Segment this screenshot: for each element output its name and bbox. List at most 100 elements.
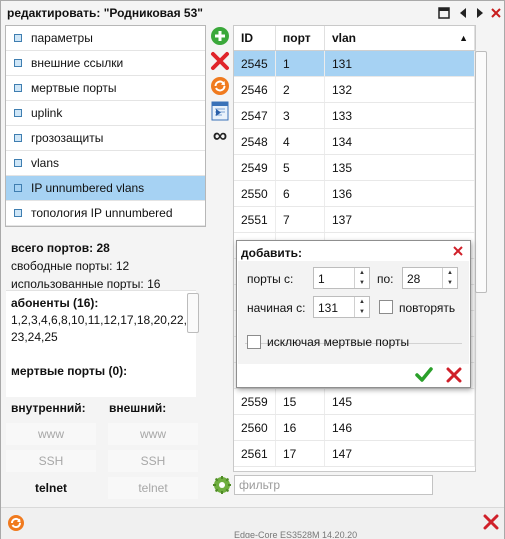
table-toolbar: ∞ [209,25,233,150]
confirm-icon[interactable] [414,365,434,388]
exclude-dead-checkbox[interactable] [247,335,261,349]
id-cell: 2551 [234,207,276,232]
table-row[interactable]: 2561 17 147 [234,441,475,467]
table-row[interactable]: 2546 2 132 [234,77,475,103]
section-menu: параметры внешние ссылки мертвые порты upli… [5,25,206,227]
vlan-cell: 146 [325,415,475,440]
table-row[interactable]: 2560 16 146 [234,415,475,441]
subscribers-panel[interactable]: абоненты (16): 1,2,3,4,6,8,10,11,12,17,1… [6,290,196,397]
infinity-icon[interactable]: ∞ [209,125,231,147]
menu-bullet-icon [14,159,22,167]
menu-item[interactable]: мертвые порты [6,76,205,101]
bottom-close-icon[interactable] [483,514,499,533]
internal-service-button[interactable]: www [6,423,96,445]
menu-item-label: vlans [31,156,60,170]
menu-item[interactable]: IP unnumbered vlans [6,176,205,201]
dialog-title: добавить: [241,246,303,260]
vlan-cell: 132 [325,77,475,102]
id-cell: 2545 [234,51,276,76]
table-row[interactable]: 2548 4 134 [234,129,475,155]
id-cell: 2559 [234,389,276,414]
menu-item[interactable]: vlans [6,151,205,176]
vlan-cell: 145 [325,389,475,414]
column-id[interactable]: ID [234,26,276,50]
id-cell: 2560 [234,415,276,440]
filter-input[interactable]: фильтр [234,475,433,495]
menu-item[interactable]: внешние ссылки [6,51,205,76]
vlan-cell: 137 [325,207,475,232]
table-row[interactable]: 2559 15 145 [234,389,475,415]
dialog-close-icon[interactable] [452,245,464,257]
background-peek-text: Edge-Core ES3528M 14.20.20 [234,530,358,538]
ports-from-down-icon[interactable]: ▼ [355,278,369,288]
free-ports-label: свободные порты: [11,259,113,273]
menu-item[interactable]: uplink [6,101,205,126]
column-vlan[interactable]: vlan ▲ [325,26,475,50]
port-cell: 6 [276,181,325,206]
menu-bullet-icon [14,109,22,117]
table-row[interactable]: 2545 1 131 [234,51,475,77]
subscribers-scrollbar[interactable] [187,293,199,333]
table-row[interactable]: 2551 7 137 [234,207,475,233]
start-from-stepper[interactable]: 131 ▲ ▼ [313,296,370,318]
menu-item[interactable]: параметры [6,26,205,51]
delete-icon[interactable] [209,50,231,72]
start-down-icon[interactable]: ▼ [355,307,369,317]
internal-service-button[interactable]: telnet [6,477,96,499]
column-port[interactable]: порт [276,26,325,50]
to-down-icon[interactable]: ▼ [443,278,457,288]
bottom-refresh-icon[interactable] [7,514,25,535]
internal-service-button[interactable]: SSH [6,450,96,472]
window-title: редактировать: "Родниковая 53" [7,6,203,20]
previous-icon[interactable] [456,6,470,20]
vlan-cell: 133 [325,103,475,128]
exclude-dead-label: исключая мертвые порты [267,335,410,349]
ports-from-stepper[interactable]: 1 ▲ ▼ [313,267,370,289]
vlan-cell: 131 [325,51,475,76]
next-icon[interactable] [473,6,487,20]
repeat-checkbox[interactable] [379,300,393,314]
port-cell: 1 [276,51,325,76]
subscribers-heading: абоненты (16): [11,296,99,310]
add-icon[interactable] [209,25,231,47]
to-up-icon[interactable]: ▲ [443,268,457,278]
maximize-icon[interactable] [437,6,451,20]
menu-item-label: топология IP unnumbered [31,206,173,220]
menu-item-label: uplink [31,106,63,120]
subscriber-ports: 1,2,3,4,6,8,10,11,12,17,18,20,22,23,24,2… [11,313,187,344]
menu-item-label: грозозащиты [31,131,104,145]
port-cell: 4 [276,129,325,154]
table-row[interactable]: 2550 6 136 [234,181,475,207]
refresh-icon[interactable] [209,75,231,97]
to-label: по: [377,272,394,286]
total-ports-label: всего портов: [11,241,94,255]
id-cell: 2546 [234,77,276,102]
cancel-icon[interactable] [445,366,463,387]
vlan-cell: 136 [325,181,475,206]
total-ports-value: 28 [96,241,110,255]
bottom-bar: Edge-Core ES3528M 14.20.20 [1,507,504,539]
port-cell: 17 [276,441,325,466]
menu-bullet-icon [14,134,22,142]
id-cell: 2548 [234,129,276,154]
menu-bullet-icon [14,84,22,92]
settings-gear-icon[interactable] [212,475,232,495]
start-up-icon[interactable]: ▲ [355,297,369,307]
table-scrollbar-thumb[interactable] [475,51,487,293]
table-row[interactable]: 2547 3 133 [234,103,475,129]
table-row[interactable]: 2549 5 135 [234,155,475,181]
close-icon[interactable] [489,6,503,20]
menu-item[interactable]: грозозащиты [6,126,205,151]
menu-item[interactable]: топология IP unnumbered [6,201,205,226]
run-script-icon[interactable] [209,100,231,122]
external-service-button[interactable]: telnet [108,477,198,499]
start-from-value: 131 [318,301,339,315]
start-from-label: начиная с: [247,301,306,315]
ports-from-up-icon[interactable]: ▲ [355,268,369,278]
port-cell: 2 [276,77,325,102]
external-service-button[interactable]: www [108,423,198,445]
port-cell: 3 [276,103,325,128]
to-stepper[interactable]: 28 ▲ ▼ [402,267,458,289]
external-service-button[interactable]: SSH [108,450,198,472]
repeat-label: повторять [399,301,456,315]
